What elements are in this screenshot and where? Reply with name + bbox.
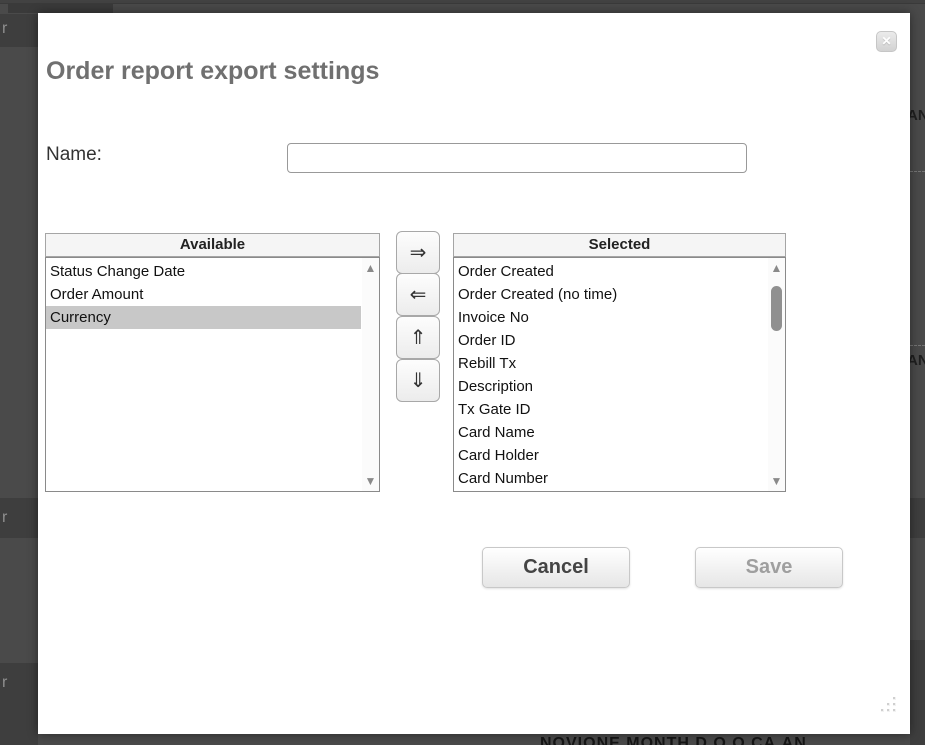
background-row-fragment (910, 498, 925, 538)
scroll-down-icon[interactable]: ▼ (768, 473, 785, 489)
dimmed-page-overlay: r r r AN AN NOVIONE MONTH D.O.O CA.AN ✕ … (0, 0, 925, 745)
scroll-up-icon[interactable]: ▲ (362, 260, 379, 276)
save-button[interactable]: Save (695, 547, 843, 588)
selected-listbox[interactable]: Order CreatedOrder Created (no time)Invo… (453, 257, 786, 492)
list-item[interactable]: Card Name (454, 421, 767, 444)
background-text-fragment: r (2, 20, 7, 38)
list-item[interactable]: Status Change Date (46, 260, 361, 283)
available-items: Status Change DateOrder AmountCurrency (46, 260, 361, 329)
scroll-down-icon[interactable]: ▼ (362, 473, 379, 489)
selected-scrollbar[interactable]: ▲ ▼ (768, 258, 785, 491)
list-item[interactable]: Order ID (454, 329, 767, 352)
list-item[interactable]: Description (454, 375, 767, 398)
background-tab-fragment (8, 4, 113, 13)
selected-items: Order CreatedOrder Created (no time)Invo… (454, 260, 767, 490)
scrollbar-thumb[interactable] (771, 286, 782, 331)
cancel-button[interactable]: Cancel (482, 547, 630, 588)
available-scrollbar[interactable]: ▲ ▼ (362, 258, 379, 491)
close-icon[interactable]: ✕ (876, 31, 897, 52)
export-settings-dialog: ✕ Order report export settings Name: Ava… (38, 13, 910, 734)
list-item[interactable]: Invoice No (454, 306, 767, 329)
list-item[interactable]: Order Amount (46, 283, 361, 306)
background-text-fragment: r (2, 509, 7, 527)
list-item[interactable]: Order Created (no time) (454, 283, 767, 306)
name-label: Name: (46, 144, 102, 166)
list-item[interactable]: Currency (46, 306, 361, 329)
list-item[interactable]: Tx Gate ID (454, 398, 767, 421)
name-input[interactable] (287, 143, 747, 173)
available-listbox[interactable]: Status Change DateOrder AmountCurrency ▲… (45, 257, 380, 492)
background-top-strip (0, 0, 925, 4)
resize-grip-icon[interactable] (878, 697, 896, 713)
list-item[interactable]: Card Number (454, 467, 767, 490)
background-text-fragment: NOVIONE MONTH D.O.O CA.AN (540, 735, 807, 745)
move-down-button[interactable]: ⇓ (396, 359, 440, 402)
background-row-fragment (910, 640, 925, 745)
list-item[interactable]: Card Holder (454, 444, 767, 467)
list-item[interactable]: Rebill Tx (454, 352, 767, 375)
background-divider-fragment (910, 171, 925, 172)
dialog-title: Order report export settings (46, 57, 379, 86)
move-left-button[interactable]: ⇐ (396, 273, 440, 316)
scroll-up-icon[interactable]: ▲ (768, 260, 785, 276)
move-right-button[interactable]: ⇒ (396, 231, 440, 274)
move-up-button[interactable]: ⇑ (396, 316, 440, 359)
list-item[interactable]: Order Created (454, 260, 767, 283)
selected-list-header: Selected (453, 233, 786, 257)
background-text-fragment: r (2, 674, 7, 692)
background-divider-fragment (910, 345, 925, 346)
available-list-header: Available (45, 233, 380, 257)
